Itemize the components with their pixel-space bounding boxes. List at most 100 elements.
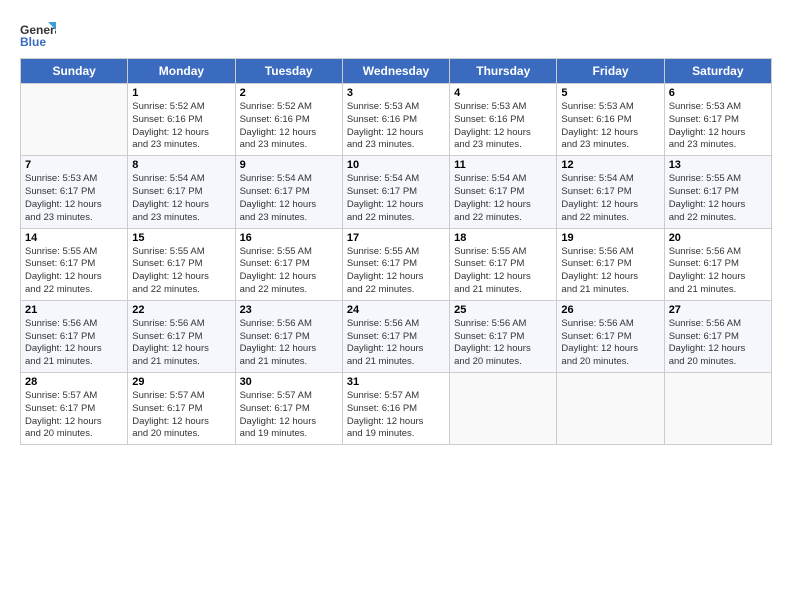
day-info: Sunrise: 5:55 AMSunset: 6:17 PMDaylight:… [25, 246, 123, 297]
day-number: 11 [454, 159, 552, 171]
calendar-column-header: Friday [557, 59, 664, 84]
day-number: 9 [240, 159, 338, 171]
calendar-column-header: Saturday [664, 59, 771, 84]
day-number: 18 [454, 232, 552, 244]
calendar-day-cell: 2 Sunrise: 5:52 AMSunset: 6:16 PMDaylight… [235, 84, 342, 156]
day-info: Sunrise: 5:57 AMSunset: 6:17 PMDaylight:… [25, 390, 123, 441]
calendar-column-header: Wednesday [342, 59, 449, 84]
calendar-day-cell: 15 Sunrise: 5:55 AMSunset: 6:17 PMDayligh… [128, 228, 235, 300]
calendar-day-cell: 21Sunrise: 5:56 AMSunset: 6:17 PMDayligh… [21, 300, 128, 372]
calendar-day-cell: 3 Sunrise: 5:53 AMSunset: 6:16 PMDaylight… [342, 84, 449, 156]
calendar-week-row: 14 Sunrise: 5:55 AMSunset: 6:17 PMDayligh… [21, 228, 772, 300]
calendar-header-row: SundayMondayTuesdayWednesdayThursdayFrid… [21, 59, 772, 84]
day-number: 28 [25, 376, 123, 388]
day-number: 3 [347, 87, 445, 99]
calendar-day-cell: 11 Sunrise: 5:54 AMSunset: 6:17 PMDayligh… [450, 156, 557, 228]
day-info: Sunrise: 5:54 AMSunset: 6:17 PMDaylight:… [561, 173, 659, 224]
calendar-day-cell: 28 Sunrise: 5:57 AMSunset: 6:17 PMDayligh… [21, 373, 128, 445]
calendar-column-header: Sunday [21, 59, 128, 84]
calendar-day-cell: 31 Sunrise: 5:57 AMSunset: 6:16 PMDayligh… [342, 373, 449, 445]
calendar-body: 1Sunrise: 5:52 AMSunset: 6:16 PMDaylight… [21, 84, 772, 445]
day-info: Sunrise: 5:53 AMSunset: 6:16 PMDaylight:… [454, 101, 552, 152]
svg-text:Blue: Blue [20, 35, 46, 49]
day-info: Sunrise: 5:55 AMSunset: 6:17 PMDaylight:… [347, 246, 445, 297]
day-info: Sunrise: 5:53 AMSunset: 6:17 PMDaylight:… [25, 173, 123, 224]
calendar-day-cell: 17 Sunrise: 5:55 AMSunset: 6:17 PMDayligh… [342, 228, 449, 300]
day-number: 15 [132, 232, 230, 244]
day-number: 20 [669, 232, 767, 244]
logo-icon: General Blue [20, 20, 56, 50]
day-info: Sunrise: 5:56 AMSunset: 6:17 PMDaylight:… [669, 318, 767, 369]
calendar-day-cell: 13 Sunrise: 5:55 AMSunset: 6:17 PMDayligh… [664, 156, 771, 228]
calendar-day-cell: 18 Sunrise: 5:55 AMSunset: 6:17 PMDayligh… [450, 228, 557, 300]
calendar-column-header: Tuesday [235, 59, 342, 84]
day-info: Sunrise: 5:55 AMSunset: 6:17 PMDaylight:… [454, 246, 552, 297]
day-number: 27 [669, 304, 767, 316]
day-info: Sunrise: 5:56 AMSunset: 6:17 PMDaylight:… [561, 318, 659, 369]
day-info: Sunrise: 5:52 AMSunset: 6:16 PMDaylight:… [240, 101, 338, 152]
day-info: Sunrise: 5:57 AMSunset: 6:16 PMDaylight:… [347, 390, 445, 441]
calendar-day-cell [21, 84, 128, 156]
calendar-day-cell: 20Sunrise: 5:56 AMSunset: 6:17 PMDayligh… [664, 228, 771, 300]
day-number: 23 [240, 304, 338, 316]
calendar-day-cell: 27 Sunrise: 5:56 AMSunset: 6:17 PMDayligh… [664, 300, 771, 372]
calendar-week-row: 21 Sunrise: 5:56 AMSunset: 6:17 PMDayligh… [21, 300, 772, 372]
day-info: Sunrise: 5:56 AMSunset: 6:17 PMDaylight:… [454, 318, 552, 369]
calendar-day-cell: 16 Sunrise: 5:55 AMSunset: 6:17 PMDayligh… [235, 228, 342, 300]
calendar-day-cell: 4Sunrise: 5:53 AMSunset: 6:16 PMDaylight… [450, 84, 557, 156]
day-number: 8 [132, 159, 230, 171]
day-number: 25 [454, 304, 552, 316]
calendar-day-cell: 19 Sunrise: 5:56 AMSunset: 6:17 PMDayligh… [557, 228, 664, 300]
calendar-day-cell: 8 Sunrise: 5:54 AMSunset: 6:17 PMDaylight… [128, 156, 235, 228]
day-number: 21 [25, 304, 123, 316]
calendar-day-cell: 25 Sunrise: 5:56 AMSunset: 6:17 PMDayligh… [450, 300, 557, 372]
calendar-day-cell: 6 Sunrise: 5:53 AMSunset: 6:17 PMDaylight… [664, 84, 771, 156]
calendar-day-cell [557, 373, 664, 445]
day-number: 19 [561, 232, 659, 244]
day-info: Sunrise: 5:56 AMSunset: 6:17 PMDaylight:… [132, 318, 230, 369]
calendar-day-cell: 12 Sunrise: 5:54 AMSunset: 6:17 PMDayligh… [557, 156, 664, 228]
day-number: 12 [561, 159, 659, 171]
day-number: 22 [132, 304, 230, 316]
logo: General Blue [20, 20, 56, 50]
day-number: 6 [669, 87, 767, 99]
day-info: Sunrise: 5:54 AMSunset: 6:17 PMDaylight:… [454, 173, 552, 224]
day-number: 16 [240, 232, 338, 244]
day-info: Sunrise: 5:55 AMSunset: 6:17 PMDaylight:… [240, 246, 338, 297]
calendar-day-cell: 22 Sunrise: 5:56 AMSunset: 6:17 PMDayligh… [128, 300, 235, 372]
calendar-week-row: 1Sunrise: 5:52 AMSunset: 6:16 PMDaylight… [21, 84, 772, 156]
day-info: Sunrise: 5:53 AMSunset: 6:16 PMDaylight:… [347, 101, 445, 152]
calendar-column-header: Monday [128, 59, 235, 84]
day-info: Sunrise: 5:52 AMSunset: 6:16 PMDaylight:… [132, 101, 230, 152]
day-number: 13 [669, 159, 767, 171]
day-number: 2 [240, 87, 338, 99]
calendar-day-cell: 1Sunrise: 5:52 AMSunset: 6:16 PMDaylight… [128, 84, 235, 156]
day-info: Sunrise: 5:57 AMSunset: 6:17 PMDaylight:… [240, 390, 338, 441]
day-info: Sunrise: 5:54 AMSunset: 6:17 PMDaylight:… [132, 173, 230, 224]
day-number: 5 [561, 87, 659, 99]
day-number: 7 [25, 159, 123, 171]
day-number: 10 [347, 159, 445, 171]
day-info: Sunrise: 5:55 AMSunset: 6:17 PMDaylight:… [132, 246, 230, 297]
calendar-day-cell: 30Sunrise: 5:57 AMSunset: 6:17 PMDayligh… [235, 373, 342, 445]
day-number: 14 [25, 232, 123, 244]
calendar-day-cell: 9Sunrise: 5:54 AMSunset: 6:17 PMDaylight… [235, 156, 342, 228]
day-info: Sunrise: 5:56 AMSunset: 6:17 PMDaylight:… [347, 318, 445, 369]
calendar-day-cell: 24 Sunrise: 5:56 AMSunset: 6:17 PMDayligh… [342, 300, 449, 372]
calendar-day-cell: 7 Sunrise: 5:53 AMSunset: 6:17 PMDaylight… [21, 156, 128, 228]
calendar-day-cell: 26Sunrise: 5:56 AMSunset: 6:17 PMDayligh… [557, 300, 664, 372]
calendar-day-cell: 14 Sunrise: 5:55 AMSunset: 6:17 PMDayligh… [21, 228, 128, 300]
day-info: Sunrise: 5:56 AMSunset: 6:17 PMDaylight:… [561, 246, 659, 297]
day-number: 17 [347, 232, 445, 244]
day-info: Sunrise: 5:55 AMSunset: 6:17 PMDaylight:… [669, 173, 767, 224]
page-header: General Blue [20, 20, 772, 50]
day-info: Sunrise: 5:57 AMSunset: 6:17 PMDaylight:… [132, 390, 230, 441]
day-info: Sunrise: 5:53 AMSunset: 6:17 PMDaylight:… [669, 101, 767, 152]
calendar-day-cell [664, 373, 771, 445]
day-number: 31 [347, 376, 445, 388]
day-number: 24 [347, 304, 445, 316]
calendar-column-header: Thursday [450, 59, 557, 84]
day-info: Sunrise: 5:56 AMSunset: 6:17 PMDaylight:… [240, 318, 338, 369]
calendar-table: SundayMondayTuesdayWednesdayThursdayFrid… [20, 58, 772, 445]
day-info: Sunrise: 5:53 AMSunset: 6:16 PMDaylight:… [561, 101, 659, 152]
